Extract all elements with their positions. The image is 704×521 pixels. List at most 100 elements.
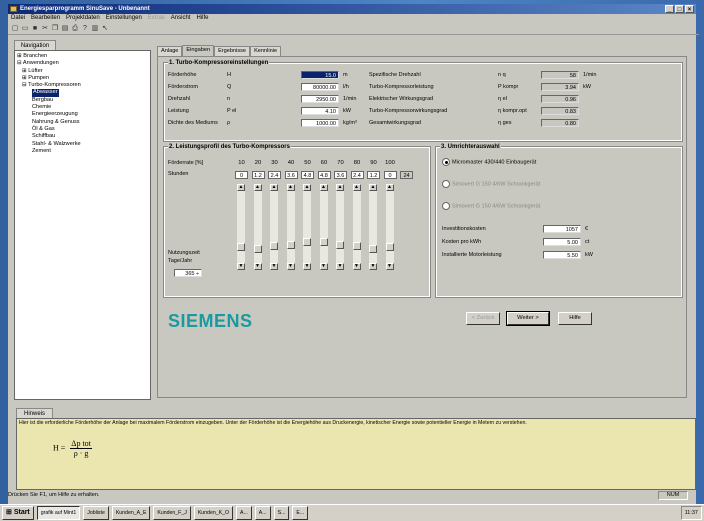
hours-cell[interactable]: 0: [383, 171, 397, 179]
converter-option[interactable]: Micromaster 430/440 Einbaugerät: [442, 158, 536, 166]
slider-track[interactable]: [319, 191, 328, 263]
tree-item-selected[interactable]: Abwasser: [32, 89, 59, 97]
slider-down-arrow[interactable]: ▼: [270, 263, 278, 270]
hours-cell[interactable]: 3.6: [334, 171, 347, 179]
slider-thumb[interactable]: [385, 243, 394, 252]
slider-thumb[interactable]: [286, 240, 295, 249]
slider-up-arrow[interactable]: ▲: [352, 184, 361, 191]
hours-cell[interactable]: 0: [235, 171, 248, 179]
tree-item[interactable]: Nahrung & Genuss: [17, 119, 81, 126]
slider-down-arrow[interactable]: ▼: [369, 263, 377, 270]
tree-item[interactable]: Schiffbau: [17, 133, 81, 140]
save-icon[interactable]: ■: [31, 25, 39, 33]
hours-cell[interactable]: 4.8: [301, 171, 314, 179]
taskbar-item[interactable]: A...: [254, 506, 271, 520]
slider-track[interactable]: [237, 191, 245, 263]
slider-thumb[interactable]: [253, 244, 262, 253]
chart-icon[interactable]: ▥: [91, 25, 99, 33]
slider-down-arrow[interactable]: ▼: [385, 263, 394, 270]
tab-eingaben[interactable]: Eingaben: [182, 45, 215, 56]
slider-thumb[interactable]: [270, 242, 278, 251]
tree-item[interactable]: Abwasser: [17, 89, 81, 97]
hours-slider[interactable]: ▲ ▼: [268, 184, 281, 270]
hours-slider[interactable]: ▲ ▼: [367, 184, 380, 270]
tree-item[interactable]: Energieerzeugung: [17, 111, 81, 118]
menu-item-bearbeiten[interactable]: Bearbeiten: [31, 14, 60, 23]
menu-item-datei[interactable]: Datei: [11, 14, 25, 23]
slider-track[interactable]: [286, 191, 295, 263]
tree-item[interactable]: Chemie: [17, 104, 81, 111]
slider-up-arrow[interactable]: ▲: [303, 184, 311, 191]
hours-slider[interactable]: ▲ ▼: [301, 184, 314, 270]
taskbar-item[interactable]: Kunden_K_O: [193, 506, 233, 520]
tree-item[interactable]: ⊞ Branchen: [17, 53, 81, 60]
slider-down-arrow[interactable]: ▼: [237, 263, 245, 270]
cost-input[interactable]: 1057: [543, 225, 581, 233]
tree-item[interactable]: ⊞ Lüfter: [17, 68, 81, 75]
slider-track[interactable]: [303, 191, 311, 263]
slider-up-arrow[interactable]: ▲: [253, 184, 262, 191]
slider-thumb[interactable]: [303, 238, 311, 247]
slider-thumb[interactable]: [336, 240, 344, 249]
field-input[interactable]: 2950.00: [301, 95, 339, 103]
field-input[interactable]: 15.0: [301, 71, 339, 79]
slider-down-arrow[interactable]: ▼: [336, 263, 344, 270]
field-input[interactable]: 1000.00: [301, 119, 339, 127]
new-icon[interactable]: ▢: [11, 25, 19, 33]
slider-down-arrow[interactable]: ▼: [253, 263, 262, 270]
slider-up-arrow[interactable]: ▲: [237, 184, 245, 191]
help-icon[interactable]: ?: [81, 25, 89, 33]
menu-item-einstellungen[interactable]: Einstellungen: [106, 14, 142, 23]
slider-down-arrow[interactable]: ▼: [286, 263, 295, 270]
menu-item-hilfe[interactable]: Hilfe: [196, 14, 208, 23]
cost-input[interactable]: 5.50: [543, 251, 581, 259]
hours-slider[interactable]: ▲ ▼: [252, 184, 265, 270]
taskbar-item[interactable]: grafik auf Mint1: [36, 506, 81, 520]
context-help-icon[interactable]: ↖: [101, 25, 109, 33]
tab-kennlinie[interactable]: Kennlinie: [250, 46, 282, 56]
minimize-button[interactable]: _: [665, 5, 674, 13]
tab-ergebnisse[interactable]: Ergebnisse: [214, 46, 251, 56]
hours-slider[interactable]: ▲ ▼: [334, 184, 347, 270]
slider-track[interactable]: [336, 191, 344, 263]
slider-down-arrow[interactable]: ▼: [319, 263, 328, 270]
radio-button[interactable]: [442, 158, 450, 166]
tree-item[interactable]: ⊞ Pumpen: [17, 75, 81, 82]
cost-input[interactable]: 5.00: [543, 238, 581, 246]
hours-cell[interactable]: 1.2: [367, 171, 380, 179]
tree-item[interactable]: Öl & Gas: [17, 126, 81, 133]
tree-item[interactable]: Bergbau: [17, 97, 81, 104]
start-button[interactable]: ⊞ Start: [2, 506, 34, 520]
hours-cell[interactable]: 1.2: [251, 171, 265, 179]
hours-cell[interactable]: 2.4: [350, 171, 364, 179]
slider-thumb[interactable]: [369, 244, 377, 253]
slider-thumb[interactable]: [352, 242, 361, 251]
taskbar-item[interactable]: E...: [292, 506, 309, 520]
hours-slider[interactable]: ▲ ▼: [318, 184, 331, 270]
slider-track[interactable]: [385, 191, 394, 263]
menu-item-projektdaten[interactable]: Projektdaten: [66, 14, 100, 23]
slider-down-arrow[interactable]: ▼: [303, 263, 311, 270]
slider-up-arrow[interactable]: ▲: [286, 184, 295, 191]
slider-down-arrow[interactable]: ▼: [352, 263, 361, 270]
slider-up-arrow[interactable]: ▲: [369, 184, 377, 191]
tree-item[interactable]: Zement: [17, 148, 81, 155]
slider-up-arrow[interactable]: ▲: [385, 184, 394, 191]
slider-track[interactable]: [352, 191, 361, 263]
slider-up-arrow[interactable]: ▲: [319, 184, 328, 191]
hours-cell[interactable]: 3.6: [284, 171, 298, 179]
tree-item[interactable]: ⊟ Turbo-Kompressoren: [17, 82, 81, 89]
hours-slider[interactable]: ▲ ▼: [285, 184, 298, 270]
slider-track[interactable]: [270, 191, 278, 263]
field-input[interactable]: 80000.00: [301, 83, 339, 91]
taskbar-item[interactable]: A...: [235, 506, 252, 520]
maximize-button[interactable]: □: [675, 5, 684, 13]
tree-item[interactable]: ⊟ Anwendungen: [17, 60, 81, 67]
hours-slider[interactable]: ▲ ▼: [384, 184, 397, 270]
hours-cell[interactable]: 4.8: [317, 171, 331, 179]
slider-up-arrow[interactable]: ▲: [270, 184, 278, 191]
taskbar-item[interactable]: Kunden_F_J: [153, 506, 191, 520]
help-button[interactable]: Hilfe: [558, 312, 592, 325]
hours-slider[interactable]: ▲ ▼: [235, 184, 248, 270]
slider-up-arrow[interactable]: ▲: [336, 184, 344, 191]
